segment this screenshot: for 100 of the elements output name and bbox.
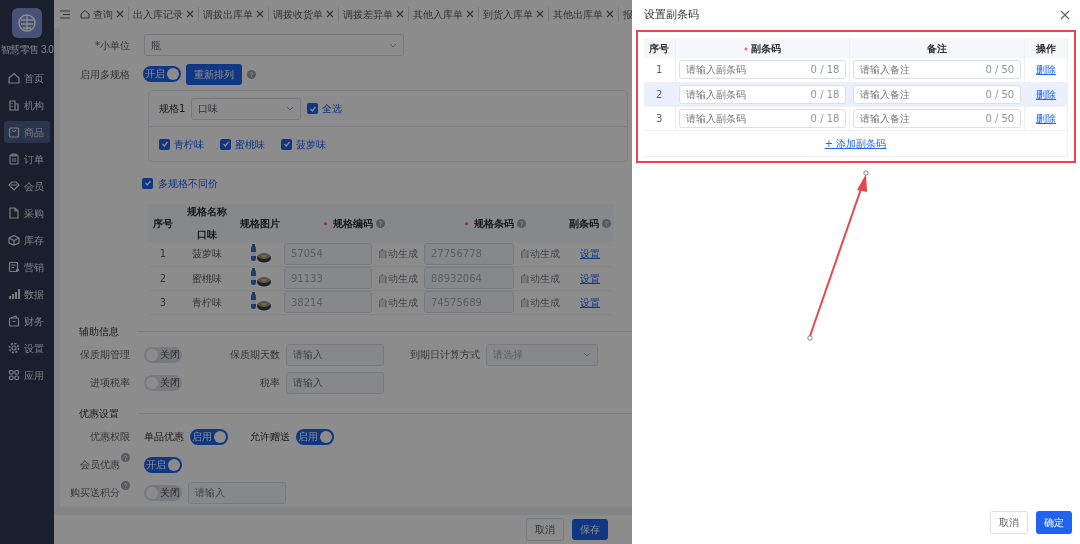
tab[interactable]: 到货入库单 (478, 7, 548, 21)
tab[interactable]: 调拨差异单 (338, 7, 408, 21)
sidebar-item[interactable]: 数据 (4, 283, 50, 305)
sidebar-item[interactable]: 首页 (4, 67, 50, 89)
field-label: 规格1 (159, 102, 186, 116)
close-icon[interactable] (536, 10, 544, 18)
toggle-switch[interactable]: 关闭 (144, 374, 182, 391)
column-header: 口味 (197, 228, 217, 242)
select-field[interactable]: 口味 (191, 97, 302, 120)
close-icon[interactable] (186, 10, 194, 18)
sidebar-item[interactable]: 营销 (4, 256, 50, 278)
sidebar-item[interactable]: 库存 (4, 229, 50, 251)
hint-text: 自动生成 (378, 271, 418, 286)
confirm-button[interactable]: 确定 (1036, 511, 1072, 534)
close-icon[interactable] (116, 10, 124, 18)
input-field[interactable]: 请输入备注 (860, 86, 986, 102)
tab[interactable]: 其他出库单 (548, 7, 618, 21)
delete-link[interactable]: 删除 (1036, 64, 1057, 76)
table-cell: 青柠味 (178, 290, 236, 314)
sidebar-item[interactable]: 采购 (4, 202, 50, 224)
toggle-switch[interactable]: 关闭 (144, 484, 182, 501)
input-field[interactable]: 请输入备注 (860, 110, 986, 126)
close-icon[interactable] (396, 10, 404, 18)
save-button[interactable]: 保存 (572, 519, 608, 540)
checkbox[interactable] (281, 138, 292, 150)
checkbox[interactable] (307, 103, 319, 114)
sidebar-item[interactable]: 财务 (4, 310, 50, 332)
wallet-icon (8, 315, 20, 327)
close-icon[interactable] (606, 10, 614, 18)
column-header: 操作 (1036, 41, 1057, 56)
field-label: 单品优惠 (144, 430, 184, 444)
checkbox-label: 全选 (322, 102, 343, 116)
tab[interactable]: 查询 (76, 7, 128, 21)
tab[interactable]: 其他入库单 (408, 7, 478, 21)
input-field[interactable]: 请输入副条码 (685, 86, 811, 102)
table-cell: 1 (644, 58, 676, 82)
field-label: 保质期管理 (79, 348, 131, 362)
sidebar-item[interactable]: 设置 (4, 337, 50, 359)
text-field[interactable]: 请输入副条码 0 / 18 (678, 108, 847, 128)
column-header: 备注 (927, 41, 948, 56)
checkbox-label: 青柠味 (174, 137, 204, 152)
char-counter: 0 / 50 (985, 111, 1015, 126)
text-field[interactable]: 请输入备注 0 / 50 (853, 84, 1022, 104)
input-field[interactable]: 请输入备注 (860, 62, 986, 78)
logo-text: 智慧零售 3.0 (0, 43, 54, 57)
section-title: 优惠设置 (78, 407, 120, 421)
close-icon[interactable] (326, 10, 334, 18)
toggle-switch[interactable]: 启用 (296, 428, 334, 445)
sidebar-item[interactable]: 订单 (4, 148, 50, 170)
set-link[interactable]: 设置 (580, 248, 600, 260)
close-icon[interactable] (466, 10, 474, 18)
close-icon[interactable] (1060, 10, 1070, 20)
tab[interactable]: 调拨出库单 (198, 7, 268, 21)
char-counter: 0 / 50 (985, 87, 1015, 102)
tab[interactable]: 出入库记录 (128, 7, 198, 21)
sidebar-item[interactable]: 机构 (4, 94, 50, 116)
document-icon (8, 207, 20, 219)
text-field[interactable]: 请输入备注 0 / 50 (853, 60, 1022, 80)
toggle-switch[interactable]: 开启 (144, 456, 182, 473)
field-label: 优惠权限 (89, 430, 131, 444)
hint-text: 自动生成 (520, 247, 560, 262)
input-field[interactable]: 请输入副条码 (685, 110, 811, 126)
column-header: 规格名称 (187, 205, 227, 219)
rearrange-button[interactable]: 重新排列 (186, 63, 242, 85)
menu-icon[interactable] (60, 9, 70, 19)
input-field[interactable]: 请输入 (286, 343, 384, 366)
home-icon (80, 9, 90, 19)
set-link[interactable]: 设置 (580, 272, 600, 284)
add-link[interactable]: + 添加副条码 (824, 137, 887, 149)
text-field[interactable]: 请输入副条码 0 / 18 (678, 60, 847, 80)
select-field[interactable]: 瓶 (144, 34, 404, 56)
field-label: 保质期天数 (229, 348, 280, 362)
input-field[interactable]: 请输入 (188, 481, 286, 504)
char-counter: 0 / 18 (810, 87, 840, 102)
cancel-button[interactable]: 取消 (990, 511, 1028, 534)
checkbox[interactable] (142, 177, 153, 189)
hint-text: 自动生成 (378, 295, 418, 310)
input-field[interactable]: 请输入 (286, 371, 384, 394)
toggle-switch[interactable]: 开启 (143, 66, 181, 82)
table-cell: 2 (148, 266, 178, 290)
cancel-button[interactable]: 取消 (526, 518, 564, 541)
close-icon[interactable] (256, 10, 264, 18)
column-header: 序号 (153, 216, 173, 231)
toggle-switch[interactable]: 启用 (190, 428, 228, 445)
help-icon (247, 69, 256, 79)
delete-link[interactable]: 删除 (1036, 112, 1057, 124)
text-field[interactable]: 请输入副条码 0 / 18 (678, 84, 847, 104)
toggle-switch[interactable]: 关闭 (144, 346, 182, 363)
checkbox[interactable] (220, 138, 231, 150)
input-field[interactable]: 请输入副条码 (685, 62, 811, 78)
logo-icon (12, 8, 42, 38)
field-label: 税率 (259, 376, 280, 390)
char-counter: 0 / 18 (810, 111, 840, 126)
home-icon (8, 72, 20, 84)
sidebar-item[interactable]: 应用 (4, 364, 50, 386)
text-field[interactable]: 请输入备注 0 / 50 (853, 108, 1022, 128)
sidebar-item[interactable]: 会员 (4, 175, 50, 197)
set-link[interactable]: 设置 (580, 296, 600, 308)
tab[interactable]: 调拨收货单 (268, 7, 338, 21)
checkbox[interactable] (159, 138, 170, 150)
